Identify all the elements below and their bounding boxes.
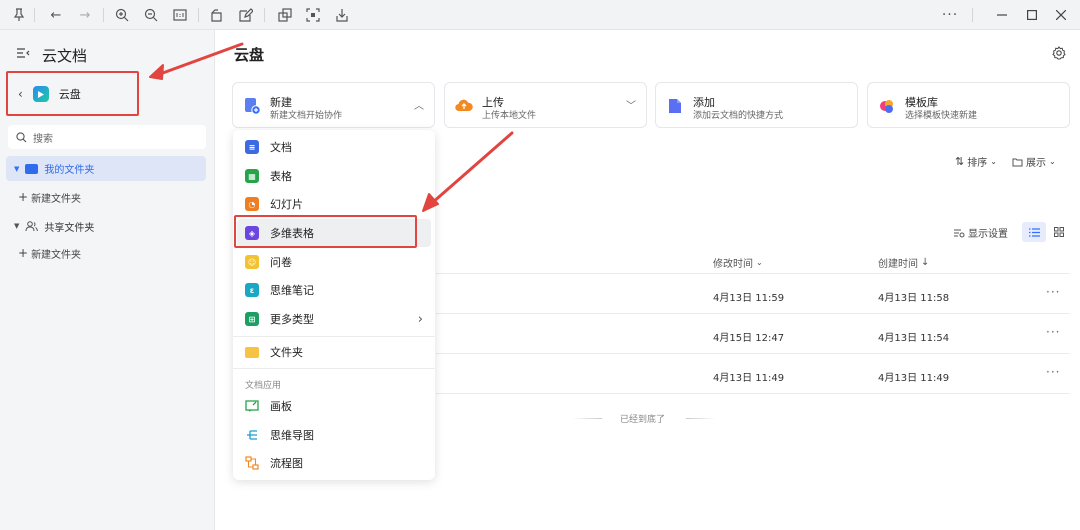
- annotation-arrows: [149, 42, 514, 212]
